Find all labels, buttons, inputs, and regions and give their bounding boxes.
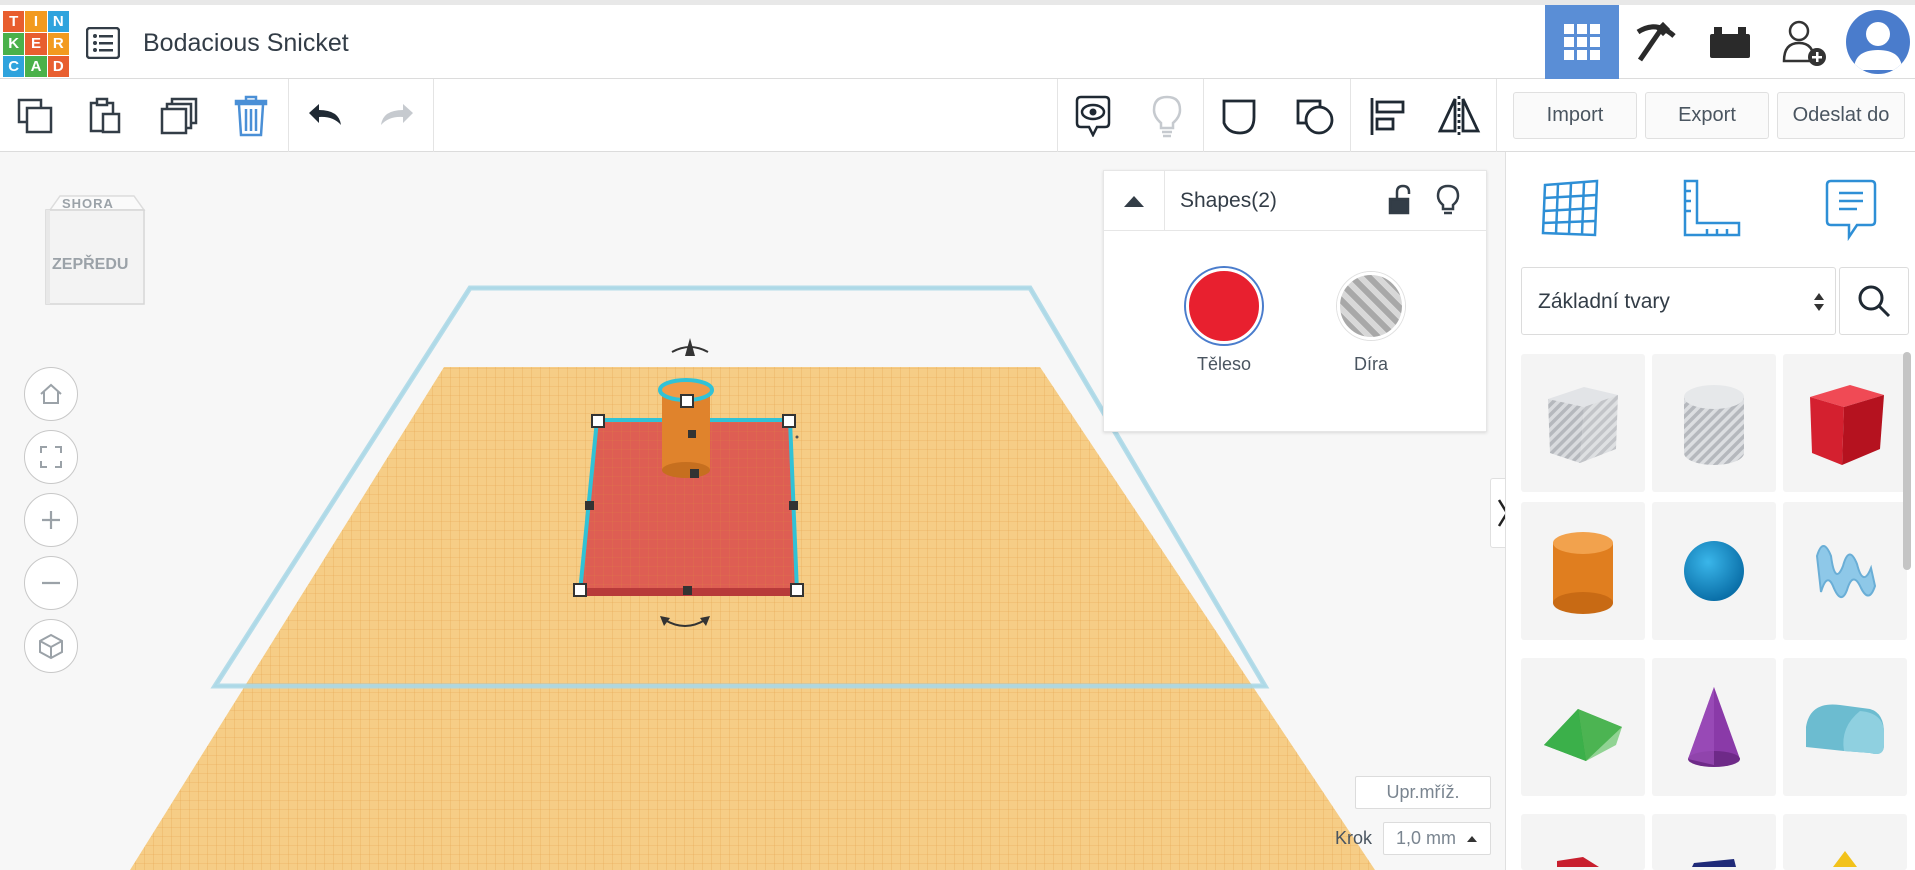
tinkercad-app: TINKERCAD Bodacious Snicket Import Expor… (0, 0, 1915, 870)
edit-grid-button[interactable]: Upr.mříž. (1355, 776, 1491, 809)
home-view-icon[interactable] (24, 367, 78, 421)
fit-view-icon[interactable] (24, 430, 78, 484)
import-button[interactable]: Import (1513, 92, 1637, 139)
paste-icon[interactable] (82, 93, 128, 139)
tinkercad-logo[interactable]: TINKERCAD (3, 11, 69, 77)
snap-value: 1,0 mm (1396, 828, 1457, 848)
shape-box[interactable] (1783, 354, 1907, 492)
shape-category-value: Základní tvary (1538, 290, 1670, 313)
logo-letter: N (47, 11, 69, 33)
shape-box-hole[interactable] (1521, 354, 1645, 492)
updown-caret-icon (1814, 293, 1824, 311)
shape-partial-2[interactable] (1652, 814, 1776, 870)
project-title[interactable]: Bodacious Snicket (143, 29, 349, 58)
viewcube-front-label: ZEPŘEDU (52, 256, 129, 273)
pickaxe-icon[interactable] (1619, 5, 1693, 79)
logo-letter: I (25, 11, 47, 33)
shapes-panel: Základní tvary (1505, 152, 1915, 870)
solid-color-swatch[interactable] (1186, 268, 1262, 344)
inspector-title: Shapes(2) (1180, 189, 1277, 212)
avatar[interactable] (1841, 5, 1915, 79)
snap-select[interactable]: 1,0 mm (1383, 822, 1491, 855)
perspective-icon[interactable] (24, 619, 78, 673)
shape-inspector: Shapes(2) Těleso Díra (1103, 170, 1487, 432)
collapse-up-icon[interactable] (1104, 171, 1165, 231)
logo-letter: R (47, 33, 69, 55)
shape-partial-1[interactable] (1521, 814, 1645, 870)
hole-swatch[interactable] (1337, 272, 1405, 340)
shape-scribble[interactable] (1783, 502, 1907, 640)
zoom-out-icon[interactable] (24, 556, 78, 610)
top-nav (1545, 5, 1915, 79)
shape-cylinder[interactable] (1521, 502, 1645, 640)
send-to-button[interactable]: Odeslat do (1777, 92, 1905, 139)
zoom-in-icon[interactable] (24, 493, 78, 547)
shape-cone[interactable] (1652, 658, 1776, 796)
workplane-icon[interactable] (1536, 174, 1606, 244)
rotate-handle-top[interactable] (671, 338, 709, 356)
edit-toolbar: Import Export Odeslat do (0, 79, 1915, 152)
shape-round-roof[interactable] (1783, 658, 1907, 796)
delete-icon[interactable] (228, 93, 274, 139)
logo-letter: D (47, 55, 69, 77)
ruler-icon[interactable] (1676, 174, 1746, 244)
duplicate-icon[interactable] (156, 93, 202, 139)
mirror-icon[interactable] (1436, 93, 1482, 139)
snap-label: Krok (1335, 828, 1373, 848)
top-bar: TINKERCAD Bodacious Snicket (0, 0, 1915, 79)
logo-letter: K (3, 33, 25, 55)
copy-icon[interactable] (12, 93, 58, 139)
hint-bulb-icon[interactable] (1144, 93, 1190, 139)
align-icon[interactable] (1364, 93, 1410, 139)
design-list-icon[interactable] (85, 26, 121, 60)
viewcube-top-label: SHORA (62, 196, 114, 211)
logo-letter: T (3, 11, 25, 33)
show-all-icon[interactable] (1070, 93, 1116, 139)
export-button[interactable]: Export (1645, 92, 1769, 139)
caret-up-icon (1467, 836, 1477, 842)
redo-icon[interactable] (374, 93, 420, 139)
grid-view-icon[interactable] (1545, 5, 1619, 79)
shape-category-select[interactable]: Základní tvary (1521, 267, 1836, 335)
hole-label: Díra (1353, 354, 1388, 374)
undo-icon[interactable] (302, 93, 348, 139)
solid-label: Těleso (1196, 354, 1252, 374)
unlock-icon[interactable] (1385, 183, 1415, 217)
bulb-icon[interactable] (1433, 183, 1463, 217)
logo-letter: E (25, 33, 47, 55)
view-cube[interactable]: SHORA ZEPŘEDU (42, 192, 146, 310)
shape-partial-3[interactable] (1783, 814, 1907, 870)
inspector-header: Shapes(2) (1104, 171, 1486, 231)
notes-icon[interactable] (1816, 174, 1886, 244)
bricks-icon[interactable] (1693, 5, 1767, 79)
group-icon[interactable] (1218, 93, 1264, 139)
shape-cylinder-hole[interactable] (1652, 354, 1776, 492)
logo-letter: A (25, 55, 47, 77)
search-icon[interactable] (1839, 267, 1909, 335)
add-user-icon[interactable] (1767, 5, 1841, 79)
shape-roof[interactable] (1521, 658, 1645, 796)
logo-letter: C (3, 55, 25, 77)
panel-scrollbar[interactable] (1903, 352, 1911, 570)
shape-sphere[interactable] (1652, 502, 1776, 640)
ungroup-icon[interactable] (1292, 93, 1338, 139)
